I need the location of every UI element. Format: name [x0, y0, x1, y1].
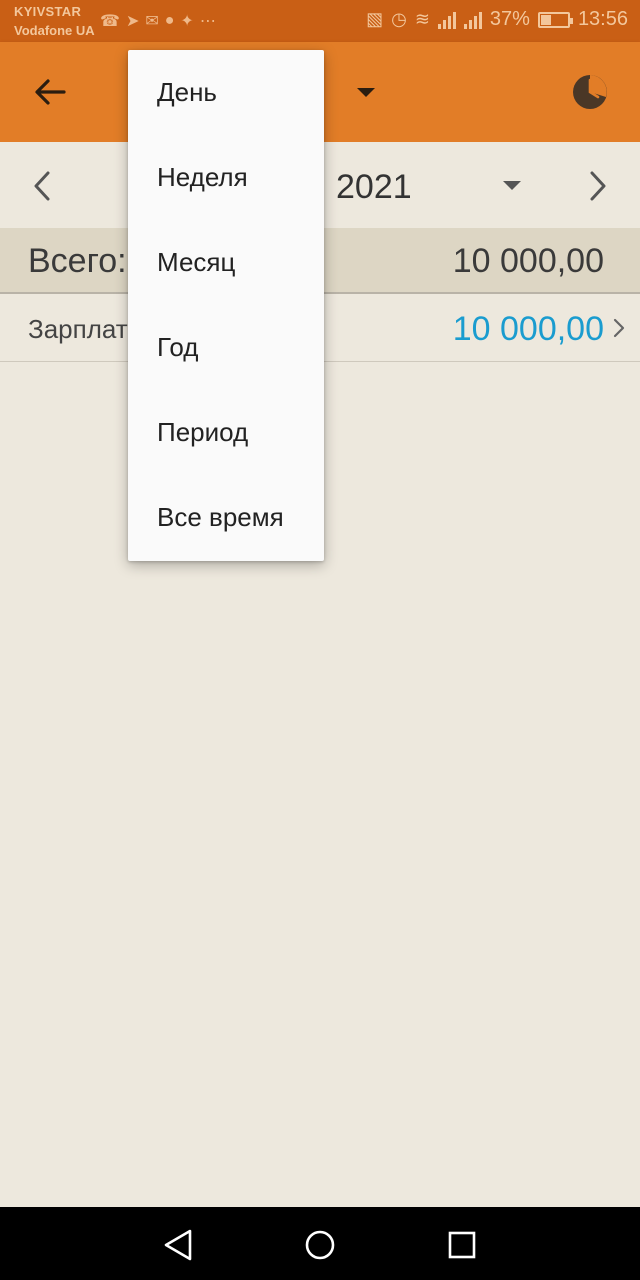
- menu-item-all-time[interactable]: Все время: [128, 475, 324, 560]
- gmail-icon: ✉: [145, 13, 159, 30]
- period-label[interactable]: 2021: [336, 168, 412, 207]
- wifi-icon: ≋: [414, 9, 430, 29]
- chevron-right-icon: [613, 318, 625, 338]
- alarm-icon: ◷: [391, 9, 407, 29]
- chevron-left-icon: [34, 171, 50, 201]
- clock-icon: [573, 75, 607, 109]
- menu-item-year[interactable]: Год: [128, 305, 324, 390]
- caret-down-icon[interactable]: [503, 181, 521, 190]
- clock-time: 13:56: [577, 8, 628, 30]
- category-value: 10 000,00: [452, 310, 604, 348]
- viber-icon: ☎: [100, 13, 120, 30]
- carrier-secondary: Vodafone UA: [14, 23, 95, 38]
- caret-down-icon[interactable]: [357, 88, 375, 97]
- vibrate-icon: ▧: [366, 9, 384, 29]
- menu-item-week[interactable]: Неделя: [128, 135, 324, 220]
- category-label: Зарплата: [28, 314, 142, 344]
- chevron-right-icon: [590, 171, 606, 201]
- menu-item-day[interactable]: День: [128, 50, 324, 135]
- status-bar: KYIVSTAR Vodafone UA ☎ ➤ ✉ ● ✦ ⋯ ▧ ◷ ≋ 3…: [0, 0, 640, 42]
- previous-period-button[interactable]: [24, 166, 60, 206]
- total-label: Всего:: [28, 242, 127, 280]
- recents-square-icon[interactable]: [442, 1225, 482, 1265]
- back-triangle-icon[interactable]: [158, 1225, 198, 1265]
- history-button[interactable]: [568, 70, 612, 114]
- signal-icon: [437, 11, 456, 29]
- notification-icons: ☎ ➤ ✉ ● ✦ ⋯: [100, 10, 216, 32]
- app-icon: ●: [164, 12, 175, 29]
- status-right: ▧ ◷ ≋ 37% 13:56: [366, 8, 628, 31]
- telegram-icon: ➤: [125, 13, 140, 30]
- app-icon: ✦: [180, 13, 194, 30]
- arrow-left-icon: [35, 79, 66, 105]
- menu-item-month[interactable]: Месяц: [128, 220, 324, 305]
- system-navigation-bar: [0, 1207, 640, 1280]
- battery-icon: [537, 11, 573, 28]
- next-period-button[interactable]: [580, 166, 616, 206]
- back-button[interactable]: [30, 72, 70, 112]
- carrier-primary: KYIVSTAR: [14, 4, 82, 19]
- period-type-menu: День Неделя Месяц Год Период Все время: [128, 50, 324, 561]
- battery-percent: 37%: [489, 8, 530, 30]
- home-circle-icon[interactable]: [300, 1225, 340, 1265]
- signal-icon: [463, 11, 482, 29]
- more-icon: ⋯: [199, 13, 216, 30]
- menu-item-period[interactable]: Период: [128, 390, 324, 475]
- total-value: 10 000,00: [452, 242, 604, 280]
